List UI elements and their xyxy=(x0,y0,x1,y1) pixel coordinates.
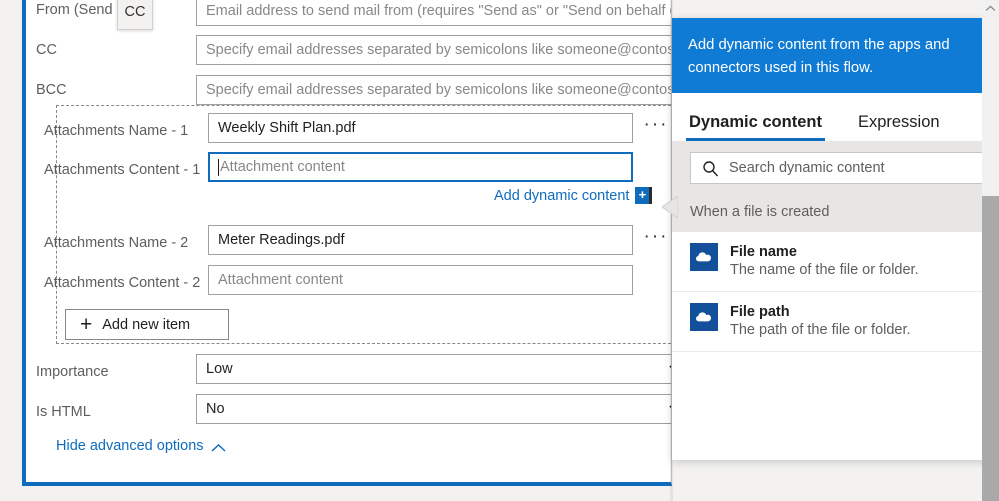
callout-beak xyxy=(662,196,678,218)
attachment-2-more-menu-icon[interactable]: ··· xyxy=(641,227,671,253)
field-label-attachments-name-2: Attachments Name - 2 xyxy=(44,235,189,251)
bcc-input[interactable]: Specify email addresses separated by sem… xyxy=(196,75,671,105)
hide-advanced-options-label: Hide advanced options xyxy=(56,438,204,454)
attachments-name-2-value: Meter Readings.pdf xyxy=(218,232,345,248)
from-input[interactable]: Email address to send mail from (require… xyxy=(196,0,671,26)
add-dynamic-content-plus-icon[interactable]: + xyxy=(635,187,653,204)
dynamic-content-search-area: Search dynamic content xyxy=(672,141,999,195)
tab-dynamic-content-label: Dynamic content xyxy=(689,113,822,131)
field-label-importance: Importance xyxy=(36,364,109,380)
dynamic-content-panel-header-text: Add dynamic content from the apps and co… xyxy=(688,37,950,76)
field-row-importance: Importance xyxy=(36,360,201,382)
tab-dynamic-content[interactable]: Dynamic content xyxy=(686,113,825,141)
field-label-attachments-content-2: Attachments Content - 2 xyxy=(44,275,201,291)
chevron-up-icon xyxy=(211,441,226,452)
send-email-action-card: From (Send as) Email address to send mai… xyxy=(22,0,672,486)
card-scroll-region: From (Send as) Email address to send mai… xyxy=(26,0,671,482)
dynamic-content-group-title: When a file is created xyxy=(672,195,999,232)
field-row-attachment-1-name: Attachments Name - 1 xyxy=(44,119,204,141)
cc-input-placeholder: Specify email addresses separated by sem… xyxy=(206,42,671,58)
attachment-1-more-menu-icon[interactable]: ··· xyxy=(641,115,671,141)
field-label-attachments-name-1: Attachments Name - 1 xyxy=(44,123,189,139)
attachments-content-1-input[interactable]: Attachment content xyxy=(208,152,633,182)
dynamic-content-tabs: Dynamic content Expression xyxy=(672,93,999,141)
onedrive-cloud-icon xyxy=(690,303,718,331)
field-label-is-html: Is HTML xyxy=(36,404,91,420)
vertical-scrollbar[interactable] xyxy=(982,0,999,501)
search-dynamic-content-input[interactable]: Search dynamic content xyxy=(690,152,985,184)
item-text-block: File path The path of the file or folder… xyxy=(730,303,911,340)
dynamic-content-item-file-path[interactable]: File path The path of the file or folder… xyxy=(672,292,999,352)
item-title: File name xyxy=(730,244,797,260)
attachments-content-1-placeholder: Attachment content xyxy=(220,159,345,175)
is-html-dropdown[interactable]: No xyxy=(196,394,671,424)
item-description: The path of the file or folder. xyxy=(730,322,911,338)
dynamic-content-item-file-name[interactable]: File name The name of the file or folder… xyxy=(672,232,999,292)
hide-advanced-options-link[interactable]: Hide advanced options xyxy=(56,438,226,454)
item-text-block: File name The name of the file or folder… xyxy=(730,243,919,280)
item-description: The name of the file or folder. xyxy=(730,262,919,278)
field-row-bcc: BCC xyxy=(36,78,201,100)
tab-expression[interactable]: Expression xyxy=(855,113,943,141)
cc-tooltip-text: CC xyxy=(124,4,146,20)
attachments-content-2-input[interactable]: Attachment content xyxy=(208,265,633,295)
field-row-attachment-2-content: Attachments Content - 2 xyxy=(44,271,204,293)
tab-expression-label: Expression xyxy=(857,113,940,131)
field-label-bcc: BCC xyxy=(36,82,67,98)
add-new-item-button[interactable]: + Add new item xyxy=(65,309,229,340)
field-label-cc: CC xyxy=(36,42,57,58)
group-title-text: When a file is created xyxy=(690,204,830,220)
dynamic-content-panel: Add dynamic content from the apps and co… xyxy=(672,18,999,460)
field-row-is-html: Is HTML xyxy=(36,400,201,422)
importance-value: Low xyxy=(206,361,233,377)
scrollbar-up-arrow-icon[interactable] xyxy=(982,0,999,17)
text-caret xyxy=(218,158,219,176)
dynamic-content-panel-header: Add dynamic content from the apps and co… xyxy=(672,18,999,93)
plus-icon: + xyxy=(80,312,93,336)
attachments-name-2-input[interactable]: Meter Readings.pdf xyxy=(208,225,633,255)
add-dynamic-content-label: Add dynamic content xyxy=(494,187,630,204)
app-root: From (Send as) Email address to send mai… xyxy=(0,0,999,501)
from-input-placeholder: Email address to send mail from (require… xyxy=(206,3,671,19)
attachments-content-2-placeholder: Attachment content xyxy=(218,272,343,288)
add-new-item-label: Add new item xyxy=(102,316,191,333)
add-dynamic-content-link[interactable]: Add dynamic content + xyxy=(494,187,653,204)
cc-input[interactable]: Specify email addresses separated by sem… xyxy=(196,35,671,65)
attachments-name-1-input[interactable]: Weekly Shift Plan.pdf xyxy=(208,113,633,143)
field-row-attachment-2-name: Attachments Name - 2 xyxy=(44,231,204,253)
bcc-input-placeholder: Specify email addresses separated by sem… xyxy=(206,82,671,98)
importance-dropdown[interactable]: Low xyxy=(196,354,671,384)
field-row-attachment-1-content: Attachments Content - 1 xyxy=(44,158,204,180)
cc-tooltip: CC xyxy=(117,0,153,30)
field-row-cc: CC xyxy=(36,38,201,60)
scrollbar-thumb[interactable] xyxy=(982,196,999,501)
attachments-name-1-value: Weekly Shift Plan.pdf xyxy=(218,120,356,136)
item-title: File path xyxy=(730,304,790,320)
search-icon xyxy=(702,160,719,177)
is-html-value: No xyxy=(206,401,225,417)
field-label-attachments-content-1: Attachments Content - 1 xyxy=(44,162,201,178)
search-placeholder: Search dynamic content xyxy=(729,160,885,176)
onedrive-cloud-icon xyxy=(690,243,718,271)
